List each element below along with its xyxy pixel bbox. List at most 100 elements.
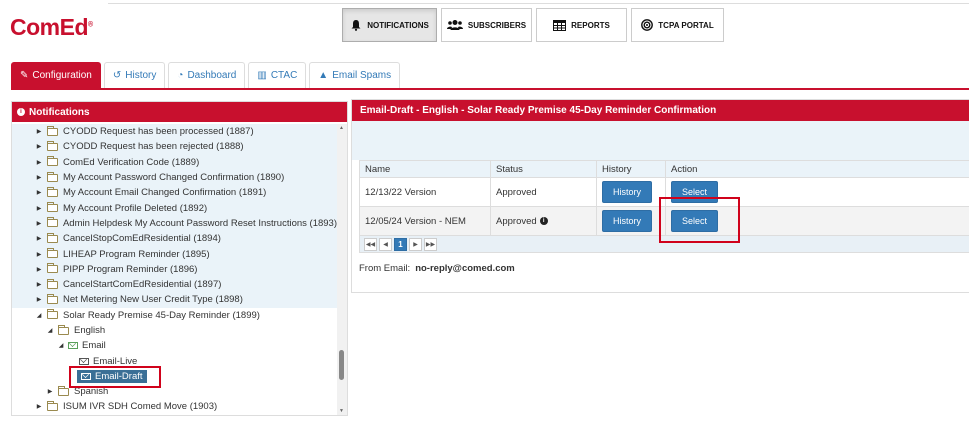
nav-notifications-button[interactable]: NOTIFICATIONS <box>342 8 437 42</box>
notifications-panel: i Notifications ▶ CYODD Request has been … <box>11 101 348 416</box>
tree-node[interactable]: ▶ My Account Email Changed Confirmation (… <box>12 185 337 201</box>
email-folder-icon <box>68 342 78 350</box>
scroll-up-icon[interactable]: ▲ <box>339 125 344 131</box>
tree-node[interactable]: ▶ ISUM IVR SDH Comed Move (1903) <box>12 399 337 414</box>
collapse-arrow-icon[interactable]: ◢ <box>45 327 55 334</box>
notifications-tree: ▶ CYODD Request has been processed (1887)… <box>12 124 337 415</box>
tree-node[interactable]: ◢ Email <box>12 338 337 353</box>
top-navigation: NOTIFICATIONS SUBSCRIBERS REPORTS TCPA P… <box>342 8 724 42</box>
tree-node[interactable]: ▶ Spanish <box>12 384 337 399</box>
tree-node[interactable]: ▶ My Account Profile Deleted (1892) <box>12 200 337 216</box>
tree-node-label: My Account Password Changed Confirmation… <box>63 172 285 184</box>
expand-arrow-icon[interactable]: ▶ <box>34 235 44 242</box>
expand-arrow-icon[interactable]: ▶ <box>34 143 44 150</box>
tree-node[interactable]: ▶ Net Metering New User Credit Type (1898… <box>12 292 337 308</box>
tree-node-label: Net Metering New User Credit Type (1898) <box>63 294 243 306</box>
bar-chart-icon: ▥ <box>257 70 267 81</box>
nav-subscribers-button[interactable]: SUBSCRIBERS <box>441 8 532 42</box>
bell-icon <box>351 20 361 31</box>
table-icon <box>553 19 567 31</box>
expand-arrow-icon[interactable]: ▶ <box>34 205 44 212</box>
template-versions-panel: Email-Draft - English - Solar Ready Prem… <box>351 99 969 293</box>
collapse-arrow-icon[interactable]: ◢ <box>34 312 44 319</box>
highlight-box-email-draft <box>69 366 161 388</box>
tree-node-label: LIHEAP Program Reminder (1895) <box>63 248 210 260</box>
tab-dashboard[interactable]: ◔ Dashboard <box>168 62 246 88</box>
expand-arrow-icon[interactable]: ▶ <box>34 296 44 303</box>
prev-page-icon[interactable]: ◀ <box>379 237 392 251</box>
expand-arrow-icon[interactable]: ▶ <box>34 403 44 410</box>
tree-node[interactable]: ▶ CYODD Request has been processed (1887) <box>12 124 337 140</box>
next-page-icon[interactable]: ▶ <box>409 237 422 251</box>
tab-email-spams[interactable]: ▲ Email Spams <box>309 62 401 88</box>
tab-history[interactable]: ↺ History <box>103 62 166 88</box>
column-header-name: Name <box>359 160 491 178</box>
tree-node-label: CYODD Request has been rejected (1888) <box>63 141 244 153</box>
version-status: Approved <box>490 177 597 207</box>
folder-icon <box>58 385 69 396</box>
tree-node-label: Email <box>82 340 106 352</box>
tree-node-label: CancelStartComEdResidential (1897) <box>63 279 222 291</box>
history-button[interactable]: History <box>602 210 653 232</box>
last-page-icon[interactable]: ▶▶ <box>424 237 437 251</box>
column-header-status: Status <box>490 160 597 178</box>
expand-arrow-icon[interactable]: ▶ <box>34 159 44 166</box>
expand-arrow-icon[interactable]: ▶ <box>34 174 44 181</box>
tree-node[interactable]: ▶ CancelStartComEdResidential (1897) <box>12 276 337 293</box>
from-email-value: no-reply@comed.com <box>415 263 515 274</box>
tab-configuration[interactable]: ✎ Configuration <box>11 62 101 88</box>
users-icon <box>446 20 463 30</box>
folder-icon <box>47 202 58 213</box>
expand-arrow-icon[interactable]: ▶ <box>34 220 44 227</box>
tree-node[interactable]: ▶ My Account Password Changed Confirmatio… <box>12 169 337 186</box>
tree-node-label: English <box>74 325 106 336</box>
folder-icon <box>47 156 58 167</box>
expand-arrow-icon[interactable]: ▶ <box>34 266 44 273</box>
tree-node[interactable]: ▶ PIPP Program Reminder (1896) <box>12 261 337 277</box>
scrollbar-thumb[interactable] <box>339 350 344 380</box>
first-page-icon[interactable]: ◀◀ <box>364 237 377 251</box>
tree-node[interactable]: ▶ CYODD Request has been rejected (1888) <box>12 139 337 155</box>
nav-tcpa-portal-button[interactable]: TCPA PORTAL <box>631 8 724 42</box>
scroll-down-icon[interactable]: ▼ <box>339 408 344 414</box>
tree-node-label: Solar Ready Premise 45-Day Reminder (189… <box>63 309 260 321</box>
tree-node[interactable]: Email-Live <box>12 353 337 368</box>
tree-node[interactable]: ◢ English <box>12 323 337 338</box>
tree-node-label: My Account Profile Deleted (1892) <box>63 202 208 214</box>
tree-node-label: CYODD Request has been processed (1887) <box>63 126 254 138</box>
tree-node-label: My Account Email Changed Confirmation (1… <box>63 187 267 199</box>
folder-icon <box>47 140 58 151</box>
tree-node[interactable]: ▶ Admin Helpdesk My Account Password Rese… <box>12 215 337 232</box>
expand-arrow-icon[interactable]: ▶ <box>34 251 44 258</box>
template-panel-header: Email-Draft - English - Solar Ready Prem… <box>352 100 969 121</box>
tree-node[interactable]: ▶ CancelStopComEdResidential (1894) <box>12 231 337 247</box>
version-name: 12/05/24 Version - NEM <box>359 206 491 236</box>
info-icon[interactable]: i <box>539 216 548 225</box>
tab-ctac[interactable]: ▥ CTAC <box>248 62 307 88</box>
expand-arrow-icon[interactable]: ▶ <box>34 189 44 196</box>
expand-arrow-icon[interactable]: ▶ <box>34 281 44 288</box>
tree-node[interactable]: ▶ ComEd Verification Code (1889) <box>12 154 337 170</box>
from-email: From Email: no-reply@comed.com <box>359 263 515 274</box>
folder-icon <box>46 217 58 228</box>
tree-scrollbar[interactable]: ▲ ▼ <box>337 124 347 415</box>
tree-node[interactable]: ▶ LIHEAP Program Reminder (1895) <box>12 246 337 262</box>
version-name: 12/13/22 Version <box>359 177 491 207</box>
collapse-arrow-icon[interactable]: ◢ <box>56 342 66 349</box>
history-button[interactable]: History <box>602 181 653 203</box>
column-header-action: Action <box>665 160 969 178</box>
tree-node-label: ComEd Verification Code (1889) <box>63 156 200 168</box>
tree-node[interactable]: ◢ Solar Ready Premise 45-Day Reminder (18… <box>12 308 337 323</box>
nav-reports-button[interactable]: REPORTS <box>536 8 627 42</box>
version-status: Approved <box>496 215 537 227</box>
expand-arrow-icon[interactable]: ▶ <box>34 128 44 135</box>
page-number-current[interactable]: 1 <box>394 237 407 251</box>
folder-icon <box>47 278 58 289</box>
folder-icon <box>47 309 58 320</box>
expand-arrow-icon[interactable]: ▶ <box>45 388 55 395</box>
folder-icon <box>47 248 58 259</box>
tree-node[interactable]: Email-Draft <box>12 369 337 384</box>
notifications-panel-header: i Notifications <box>12 102 347 122</box>
warning-icon: ▲ <box>318 70 329 81</box>
highlight-box-select <box>659 197 740 243</box>
